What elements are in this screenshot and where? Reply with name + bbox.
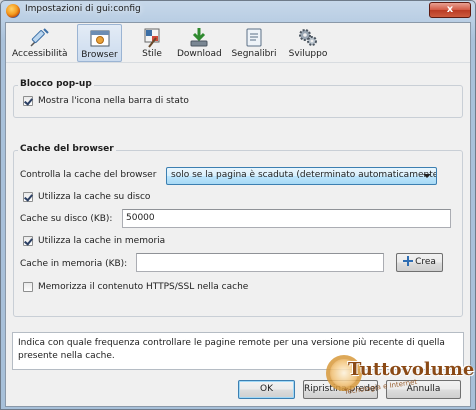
cache-control-select[interactable]: solo se la pagina è scaduta (determinato… [166,167,437,185]
tuttovolume-watermark: Tuttovolume Tecnologia e Internet [326,353,475,409]
window-title: Impostazioni di gui:config [25,4,141,14]
browser-window-icon [90,30,109,47]
download-arrow-icon [190,28,208,47]
create-label: Crea [415,257,436,267]
tab-label: Sviluppo [288,49,328,59]
memory-size-label: Cache in memoria (KB): [20,259,128,269]
cache-control-value: solo se la pagina è scaduta (determinato… [171,170,437,180]
tab-stile[interactable]: Stile [135,24,169,62]
bookmarks-icon [246,28,262,47]
cache-group-title: Cache del browser [18,144,116,154]
disk-cache-label: Utilizza la cache su disco [38,192,151,202]
ssl-cache-checkbox[interactable] [23,282,33,292]
tab-label: Stile [142,49,162,59]
tab-segnalibri[interactable]: Segnalibri [230,24,278,62]
cache-control-label: Controlla la cache del browser [20,170,157,180]
tab-label: Download [177,49,222,59]
memory-cache-label: Utilizza la cache in memoria [38,236,166,246]
disk-size-input[interactable]: 50000 [122,209,451,228]
memory-size-input[interactable] [136,253,384,272]
syringe-icon [30,28,49,47]
dialog-content: Accessibilità Browser Stile Download Seg… [5,22,471,407]
ssl-cache-label: Memorizza il contenuto HTTPS/SSL nella c… [38,282,249,292]
create-button[interactable]: Crea [396,253,443,272]
tab-label: Segnalibri [231,49,277,59]
show-icon-label: Mostra l'icona nella barra di stato [38,96,189,106]
tab-accessibilita[interactable]: Accessibilità [12,24,68,62]
show-icon-checkbox[interactable] [23,96,33,106]
tab-label: Accessibilità [12,49,68,59]
popup-group: Blocco pop-up Mostra l'icona nella barra… [13,79,463,118]
gears-icon [299,29,317,46]
category-toolbar: Accessibilità Browser Stile Download Seg… [6,23,470,63]
watermark-brand: Tuttovolume [348,359,475,380]
settings-window: Impostazioni di gui:config x Accessibili… [0,0,476,410]
plus-icon [403,256,414,266]
tab-label: Browser [81,50,118,60]
disk-cache-checkbox[interactable] [23,192,33,202]
tab-download[interactable]: Download [177,24,222,62]
cache-group: Cache del browser Controlla la cache del… [13,144,463,317]
ok-button[interactable]: OK [238,380,295,399]
popup-group-title: Blocco pop-up [18,79,94,89]
tab-browser[interactable]: Browser [77,24,122,62]
close-button[interactable]: x [429,2,471,18]
chevron-down-icon [423,174,431,178]
memory-cache-checkbox[interactable] [23,236,33,246]
disk-size-label: Cache su disco (KB): [20,214,113,224]
firefox-app-icon [6,4,20,18]
tab-sviluppo[interactable]: Sviluppo [286,24,330,62]
paintbrush-icon [144,28,160,48]
title-bar[interactable]: Impostazioni di gui:config x [1,1,475,21]
